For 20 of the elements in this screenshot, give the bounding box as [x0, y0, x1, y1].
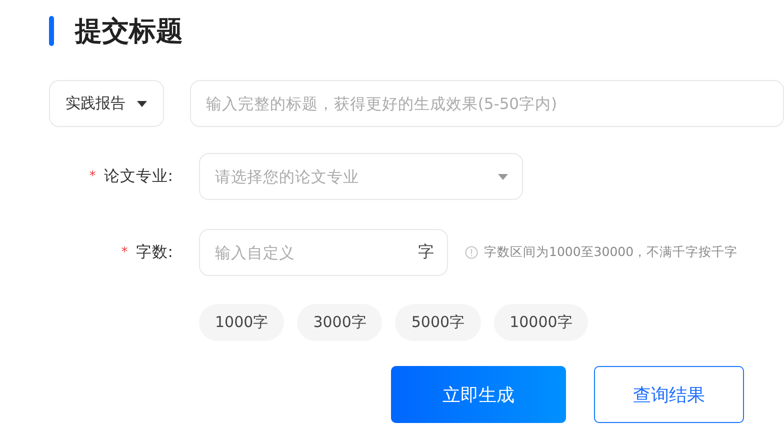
- preset-chip[interactable]: 1000字: [199, 304, 284, 341]
- preset-chip[interactable]: 5000字: [395, 304, 481, 341]
- major-select[interactable]: 请选择您的论文专业: [199, 153, 523, 200]
- query-button[interactable]: 查询结果: [594, 366, 744, 423]
- required-mark: *: [121, 245, 128, 260]
- title-input[interactable]: 输入完整的标题，获得更好的生成效果(5-50字内): [190, 80, 784, 127]
- field-label: 论文专业:: [104, 166, 173, 187]
- caret-icon: [137, 100, 148, 106]
- accent-bar: [49, 16, 54, 46]
- hint-text: 字数区间为1000至30000，不满千字按千字: [484, 244, 738, 261]
- section-title: 提交标题: [75, 15, 183, 49]
- generate-button[interactable]: 立即生成: [391, 366, 566, 423]
- unit-label: 字: [418, 242, 434, 263]
- preset-chip[interactable]: 10000字: [494, 304, 588, 341]
- field-label: 字数:: [136, 242, 173, 263]
- info-icon: [465, 246, 478, 259]
- caret-icon: [498, 174, 508, 180]
- required-mark: *: [89, 169, 96, 184]
- preset-chip[interactable]: 3000字: [297, 304, 382, 341]
- type-dropdown[interactable]: 实践报告: [49, 80, 164, 127]
